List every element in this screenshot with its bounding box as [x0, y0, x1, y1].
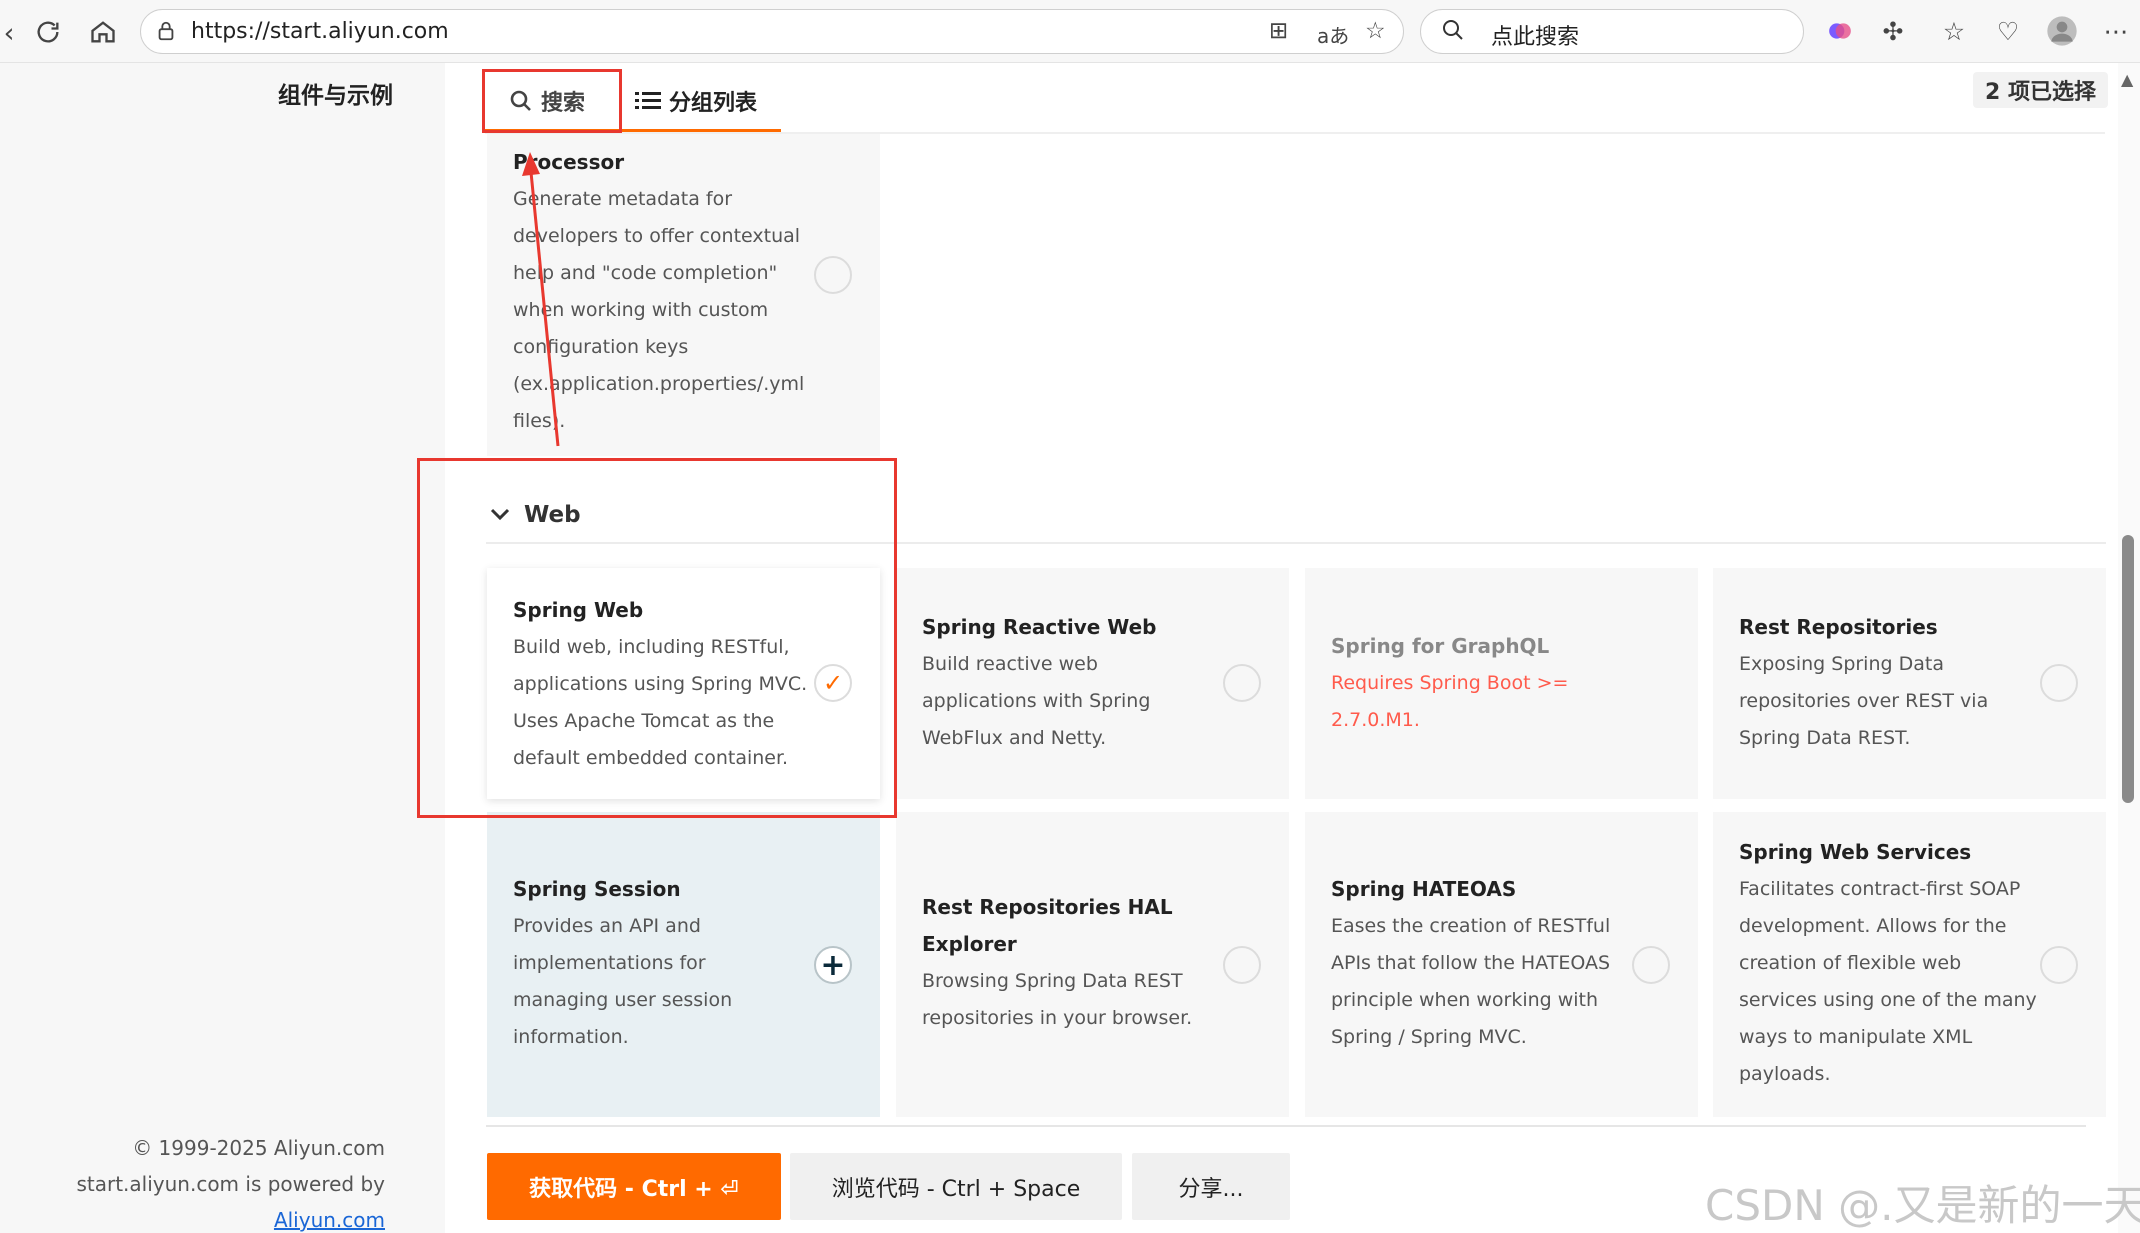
card-warning-line: Requires Spring Boot >= — [1331, 672, 1569, 694]
card-desc-line: development. Allows for the — [1739, 915, 2007, 937]
selected-count-badge[interactable]: 2 项已选择 — [1973, 72, 2108, 108]
card-title: Rest Repositories HAL — [922, 895, 1173, 919]
card-desc-line: implementations for — [513, 952, 706, 974]
address-bar[interactable]: https://start.aliyun.com ⊞ aあ ☆ — [140, 9, 1404, 54]
card-desc-line: services using one of the many — [1739, 989, 2037, 1011]
footer-divider — [486, 1125, 2086, 1127]
card-title: Spring Session — [513, 877, 681, 901]
share-button[interactable]: 分享... — [1132, 1153, 1290, 1220]
card-desc-line: Provides an API and — [513, 915, 701, 937]
card-desc-line: payloads. — [1739, 1063, 1831, 1085]
reload-icon[interactable] — [28, 12, 68, 52]
card-desc-line: principle when working with — [1331, 989, 1599, 1011]
sidebar — [0, 63, 445, 1233]
browser-search-placeholder: 点此搜索 — [1491, 25, 1580, 50]
card-desc-line: applications with Spring — [922, 690, 1151, 712]
card-warning-line: 2.7.0.M1. — [1331, 709, 1420, 731]
dependency-card-spring-graphql: Spring for GraphQL Requires Spring Boot … — [1305, 568, 1698, 799]
select-toggle[interactable] — [1632, 946, 1670, 984]
more-icon[interactable]: ⋯ — [2096, 11, 2136, 51]
csdn-watermark: CSDN @.又是新的一天. — [1705, 1181, 2140, 1230]
card-desc-line: Browsing Spring Data REST — [922, 970, 1183, 992]
select-toggle[interactable] — [1223, 664, 1261, 702]
annotation-box-spring-web — [417, 458, 897, 818]
avatar-icon[interactable] — [2042, 11, 2082, 51]
card-title: Rest Repositories — [1739, 615, 1938, 639]
card-desc-line: repositories over REST via — [1739, 690, 1989, 712]
dependency-card-spring-web-services[interactable]: Spring Web Services Facilitates contract… — [1713, 812, 2106, 1117]
dependency-card-rest-repositories[interactable]: Rest Repositories Exposing Spring Data r… — [1713, 568, 2106, 799]
card-title: Spring for GraphQL — [1331, 634, 1550, 658]
search-icon — [1441, 18, 1465, 48]
grid-icon[interactable]: ⊞ — [1269, 18, 1288, 44]
favorites-icon[interactable]: ☆ — [1934, 11, 1974, 51]
card-desc-line: ways to manipulate XML — [1739, 1026, 1973, 1048]
get-code-button[interactable]: 获取代码 - Ctrl + ⏎ — [487, 1153, 781, 1220]
back-icon[interactable]: ‹ — [0, 13, 18, 53]
card-title: Explorer — [922, 932, 1017, 956]
url-text[interactable]: https://start.aliyun.com — [191, 19, 449, 44]
footer-copyright: © 1999-2025 Aliyun.com — [132, 1136, 385, 1160]
browse-code-button[interactable]: 浏览代码 - Ctrl + Space — [790, 1153, 1122, 1220]
card-desc-line: Spring Data REST. — [1739, 727, 1911, 749]
home-icon[interactable] — [83, 12, 123, 52]
footer-aliyun-link[interactable]: Aliyun.com — [274, 1208, 385, 1232]
dependency-card-spring-hateoas[interactable]: Spring HATEOAS Eases the creation of RES… — [1305, 812, 1698, 1117]
select-toggle[interactable] — [2040, 664, 2078, 702]
sidebar-title[interactable]: 组件与示例 — [278, 76, 393, 110]
select-toggle[interactable] — [814, 256, 852, 294]
extensions-icon[interactable]: ✣ — [1873, 11, 1913, 51]
footer-powered-by: start.aliyun.com is powered by — [76, 1172, 385, 1196]
health-icon[interactable]: ♡ — [1988, 11, 2028, 51]
scroll-up-arrow-icon[interactable]: ▲ — [2121, 70, 2133, 89]
card-desc-line: Exposing Spring Data — [1739, 653, 1944, 675]
card-desc-line: creation of flexible web — [1739, 952, 1962, 974]
annotation-arrow — [522, 152, 560, 447]
scrollbar-thumb[interactable] — [2122, 535, 2134, 803]
select-toggle[interactable] — [1223, 946, 1261, 984]
copilot-icon[interactable] — [1820, 11, 1860, 51]
tab-group-list[interactable]: 分组列表 — [635, 72, 757, 130]
card-title: Spring Web Services — [1739, 840, 1972, 864]
card-desc-line: information. — [513, 1026, 629, 1048]
translate-icon[interactable]: aあ — [1317, 20, 1349, 49]
star-icon[interactable]: ☆ — [1365, 18, 1386, 44]
card-desc-line: WebFlux and Netty. — [922, 727, 1107, 749]
card-title: Spring HATEOAS — [1331, 877, 1517, 901]
tab-group-list-label: 分组列表 — [669, 91, 758, 116]
card-desc-line: managing user session — [513, 989, 733, 1011]
dependency-card-spring-reactive-web[interactable]: Spring Reactive Web Build reactive web a… — [896, 568, 1289, 799]
card-desc-line: Facilitates contract-first SOAP — [1739, 878, 2021, 900]
card-desc-line: Spring / Spring MVC. — [1331, 1026, 1527, 1048]
browser-search-bar[interactable]: 点此搜索 — [1420, 9, 1804, 54]
annotation-box-search-tab — [482, 69, 622, 133]
plus-icon[interactable]: + — [814, 946, 852, 984]
card-desc-line: Build reactive web — [922, 653, 1098, 675]
lock-icon[interactable] — [155, 20, 177, 42]
list-icon — [635, 92, 661, 109]
dependency-card-rest-repositories-hal-explorer[interactable]: Rest Repositories HAL Explorer Browsing … — [896, 812, 1289, 1117]
card-title: Spring Reactive Web — [922, 615, 1157, 639]
select-toggle[interactable] — [2040, 946, 2078, 984]
card-desc-line: repositories in your browser. — [922, 1007, 1193, 1029]
card-desc-line: APIs that follow the HATEOAS — [1331, 952, 1611, 974]
dependency-card-spring-session[interactable]: Spring Session Provides an API and imple… — [487, 812, 880, 1117]
card-desc-line: Eases the creation of RESTful — [1331, 915, 1611, 937]
